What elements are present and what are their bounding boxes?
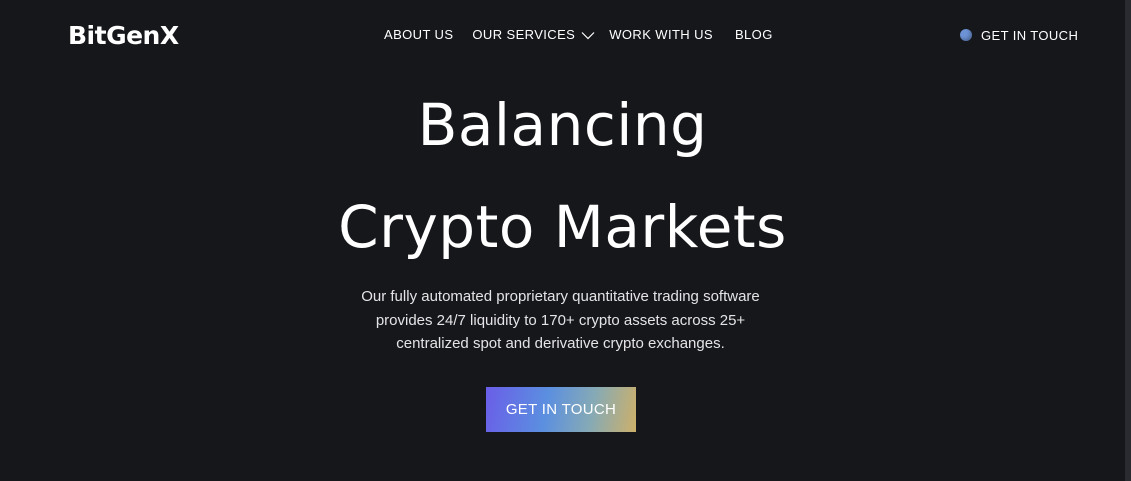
hero-subtitle-line: centralized spot and derivative crypto e… <box>396 335 725 352</box>
hero-title-line1: Balancing <box>417 91 708 159</box>
main-nav: ABOUT US OUR SERVICES WORK WITH US BLOG <box>384 25 773 45</box>
header-get-in-touch-label: GET IN TOUCH <box>981 27 1079 43</box>
hero-subtitle-line: provides 24/7 liquidity to 170+ crypto a… <box>375 311 746 329</box>
site-logo[interactable]: BitGenX <box>68 20 179 52</box>
hero-subtitle-line: Our fully automated proprietary quantita… <box>361 288 760 305</box>
hero-title-line2: Crypto Markets <box>338 193 787 261</box>
status-dot-icon <box>960 29 972 41</box>
nav-about-us[interactable]: ABOUT US <box>384 25 453 45</box>
nav-our-services[interactable]: OUR SERVICES <box>472 25 595 45</box>
nav-blog[interactable]: BLOG <box>735 25 773 45</box>
nav-work-with-us[interactable]: WORK WITH US <box>609 25 713 45</box>
hero-subtitle: Our fully automated proprietary quantita… <box>0 285 1121 356</box>
header-get-in-touch-link[interactable]: GET IN TOUCH <box>960 25 1078 45</box>
hero-get-in-touch-button[interactable]: GET IN TOUCH <box>486 387 636 432</box>
page: BitGenX ABOUT US OUR SERVICES WORK WITH … <box>0 0 1131 481</box>
chevron-down-icon <box>581 31 595 40</box>
nav-our-services-label: OUR SERVICES <box>472 27 576 42</box>
scrollbar-track[interactable] <box>1125 0 1131 481</box>
